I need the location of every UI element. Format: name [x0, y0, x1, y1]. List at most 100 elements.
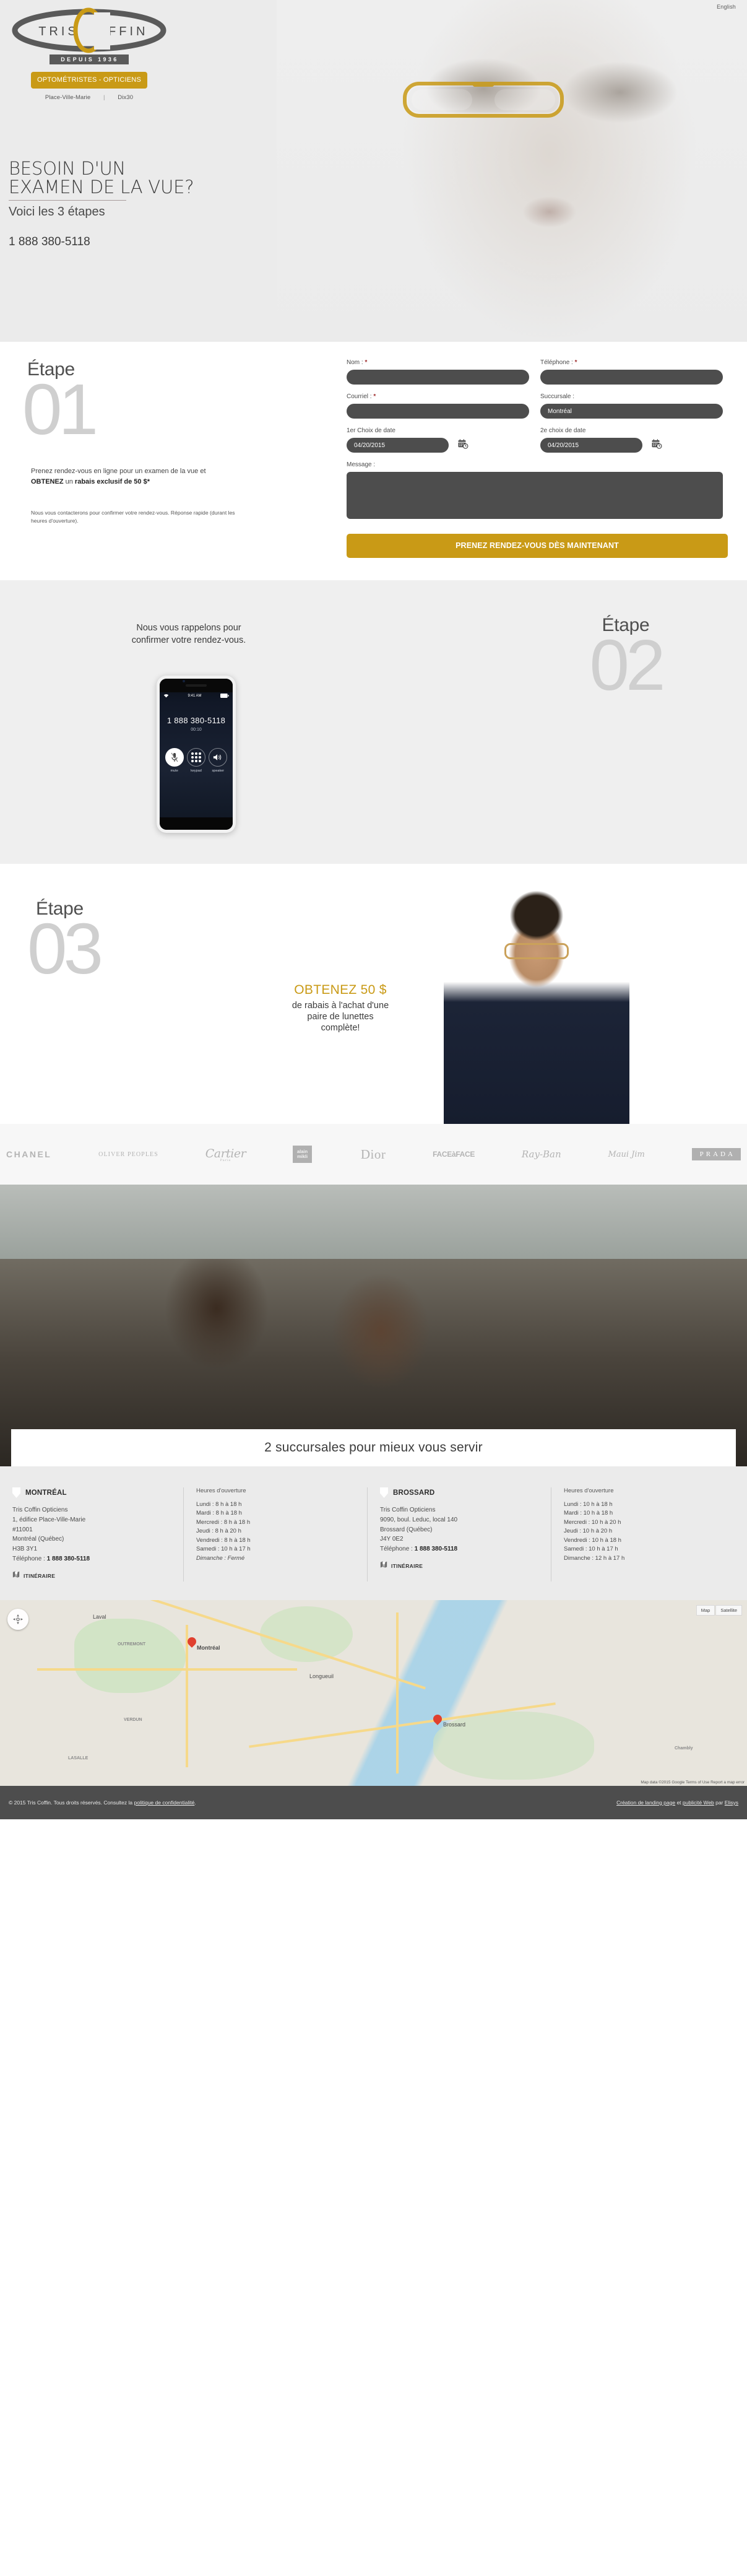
map-label: Chambly: [675, 1746, 693, 1751]
location-postal: H3B 3Y1: [12, 1546, 38, 1553]
credit-link-publicite-web[interactable]: publicité Web: [683, 1799, 714, 1806]
hours-row: Vendredi : 8 h à 18 h: [196, 1536, 251, 1544]
courriel-input[interactable]: [347, 404, 529, 419]
nom-input[interactable]: [347, 370, 529, 385]
hours-card-brossard: Heures d'ouverture Lundi : 10 h à 18 h M…: [551, 1487, 735, 1582]
brand-logo-chanel: CHANEL: [6, 1149, 52, 1159]
phone-mockup: 9:41 AM 1 888 380-5118 00:10 mute keypad…: [157, 676, 236, 833]
speaker-button[interactable]: speaker: [207, 748, 228, 773]
logo-tagline: DEPUIS 1936: [50, 54, 129, 64]
hours-row: Mardi : 10 h à 18 h: [564, 1510, 613, 1517]
brand-logos-strip: CHANEL OLIVER PEOPLES Cartier Paris alai…: [0, 1124, 747, 1185]
keypad-button[interactable]: keypad: [186, 748, 207, 773]
map-type-satellite[interactable]: Satellite: [715, 1604, 742, 1616]
map-type-map[interactable]: Map: [696, 1604, 715, 1616]
message-textarea[interactable]: [347, 472, 723, 519]
calendar-icon[interactable]: [651, 438, 662, 453]
hero-model-photo: [277, 0, 747, 342]
map-road: [37, 1668, 297, 1671]
date1-input[interactable]: [347, 438, 449, 453]
hours-row: Jeudi : 8 h à 20 h: [196, 1528, 241, 1535]
step-1-left: Étape 01 Prenez rendez-vous en ligne pou…: [0, 359, 347, 558]
map-label: Brossard: [443, 1721, 466, 1728]
location-address: Tris Coffin Opticiens 9090, boul. Leduc,…: [380, 1505, 540, 1554]
location-name: BROSSARD: [393, 1489, 435, 1497]
footer-credits: Création de landing page et publicité We…: [616, 1799, 738, 1806]
map-section[interactable]: Map Satellite Montréal Brossard Longueui…: [0, 1599, 747, 1786]
step-2-section: Nous vous rappelons pour confirmer votre…: [0, 580, 747, 864]
field-group-courriel: Courriel : *: [347, 393, 529, 419]
hero-subtitle: Voici les 3 étapes: [9, 205, 105, 219]
location-city: Brossard (Québec): [380, 1526, 433, 1533]
hero-copy: BESOIN D'UN EXAMEN DE LA VUE? Voici les …: [9, 159, 330, 249]
location-header: BROSSARD: [380, 1487, 540, 1498]
map-park-area: [74, 1618, 186, 1693]
location-address: Tris Coffin Opticiens 1, édifice Place-V…: [12, 1505, 172, 1564]
privacy-policy-link[interactable]: politique de confidentialité: [134, 1799, 195, 1806]
hours-row: Lundi : 10 h à 18 h: [564, 1501, 613, 1508]
submit-appointment-button[interactable]: PRENEZ RENDEZ-VOUS DÈS MAINTENANT: [347, 534, 728, 558]
step-2-label-block: Étape 02: [558, 615, 694, 705]
camera-icon: [183, 680, 185, 682]
phone-bottom-bezel: [160, 817, 233, 830]
hero-phone-number[interactable]: 1 888 380-5118: [9, 235, 330, 249]
brand-logo-oliver-peoples: OLIVER PEOPLES: [98, 1151, 158, 1158]
map-type-controls: Map Satellite: [696, 1604, 742, 1616]
brand-logo-cartier: Cartier Paris: [205, 1147, 246, 1162]
offer-line3: complète!: [321, 1023, 360, 1033]
credit-link-landing-page[interactable]: Création de landing page: [616, 1799, 675, 1806]
nom-label: Nom : *: [347, 359, 529, 366]
location-phone-row: Téléphone : 1 888 380-5118: [12, 1554, 172, 1564]
telephone-input[interactable]: [540, 370, 723, 385]
location-address-line2: #11001: [12, 1526, 33, 1533]
map-label: OUTREMONT: [118, 1642, 146, 1647]
map-marker-montreal[interactable]: [186, 1635, 198, 1650]
phone-status-time: 9:41 AM: [188, 694, 202, 698]
brand-logo-prada: PRADA: [691, 1148, 741, 1160]
wifi-icon: [163, 694, 169, 699]
page-title: BESOIN D'UN EXAMEN DE LA VUE?: [9, 159, 330, 196]
field-group-telephone: Téléphone : *: [540, 359, 723, 385]
eyeglasses-graphic: [403, 82, 564, 118]
offer-line1: de rabais à l'achat d'une: [291, 1001, 389, 1011]
location-phone[interactable]: 1 888 380-5118: [415, 1546, 458, 1552]
map-marker-brossard[interactable]: [431, 1712, 444, 1727]
calendar-icon[interactable]: [457, 438, 468, 453]
field-group-message: Message :: [347, 461, 723, 519]
brand-logo-face-a-face: FACEàFACE: [433, 1150, 475, 1159]
step-3-offer: OBTENEZ 50 $ de rabais à l'achat d'une p…: [248, 983, 433, 1033]
directions-link[interactable]: ITINÉRAIRE: [12, 1570, 172, 1582]
map-pan-control[interactable]: [7, 1608, 28, 1630]
hours-row: Vendredi : 10 h à 18 h: [564, 1536, 621, 1544]
optometrists-button[interactable]: OPTOMÉTRISTES - OPTICIENS: [31, 72, 147, 89]
mute-button[interactable]: mute: [164, 748, 185, 773]
field-group-nom: Nom : *: [347, 359, 529, 385]
locations-section: MONTRÉAL Tris Coffin Opticiens 1, édific…: [0, 1466, 747, 1600]
hours-title: Heures d'ouverture: [564, 1487, 614, 1494]
credit-mid: et: [675, 1799, 683, 1806]
location-phone[interactable]: 1 888 380-5118: [47, 1556, 90, 1562]
date1-label: 1er Choix de date: [347, 427, 529, 434]
directions-link[interactable]: ITINÉRAIRE: [380, 1560, 540, 1572]
page-footer: © 2015 Tris Coffin. Tous droits réservés…: [0, 1785, 747, 1819]
hours-row: Mardi : 8 h à 18 h: [196, 1510, 242, 1517]
location-card-brossard: BROSSARD Tris Coffin Opticiens 9090, bou…: [367, 1487, 551, 1582]
lifestyle-photo-section: 2 succursales pour mieux vous servir: [0, 1185, 747, 1466]
place-link-dix30[interactable]: Dix30: [118, 94, 133, 101]
nom-required-mark: *: [365, 359, 368, 366]
date2-input[interactable]: [540, 438, 642, 453]
credit-link-elisys[interactable]: Elisys: [725, 1799, 738, 1806]
succursale-select[interactable]: [540, 404, 723, 419]
map-label: Laval: [93, 1613, 106, 1620]
logo[interactable]: TRIS OFFIN: [12, 7, 166, 53]
place-link-pvm[interactable]: Place-Ville-Marie: [45, 94, 90, 101]
hours-row: Samedi : 10 h à 17 h: [564, 1546, 618, 1553]
phone-call-timer: 00:10: [191, 728, 202, 732]
directions-label: ITINÉRAIRE: [24, 1572, 56, 1579]
step-2-number: 02: [589, 625, 665, 705]
language-switcher[interactable]: English: [717, 4, 736, 10]
location-company: Tris Coffin Opticiens: [12, 1507, 68, 1513]
credit-by: par: [714, 1799, 725, 1806]
hero-divider: [9, 200, 126, 201]
phone-call-actions: mute keypad speaker: [160, 748, 233, 773]
